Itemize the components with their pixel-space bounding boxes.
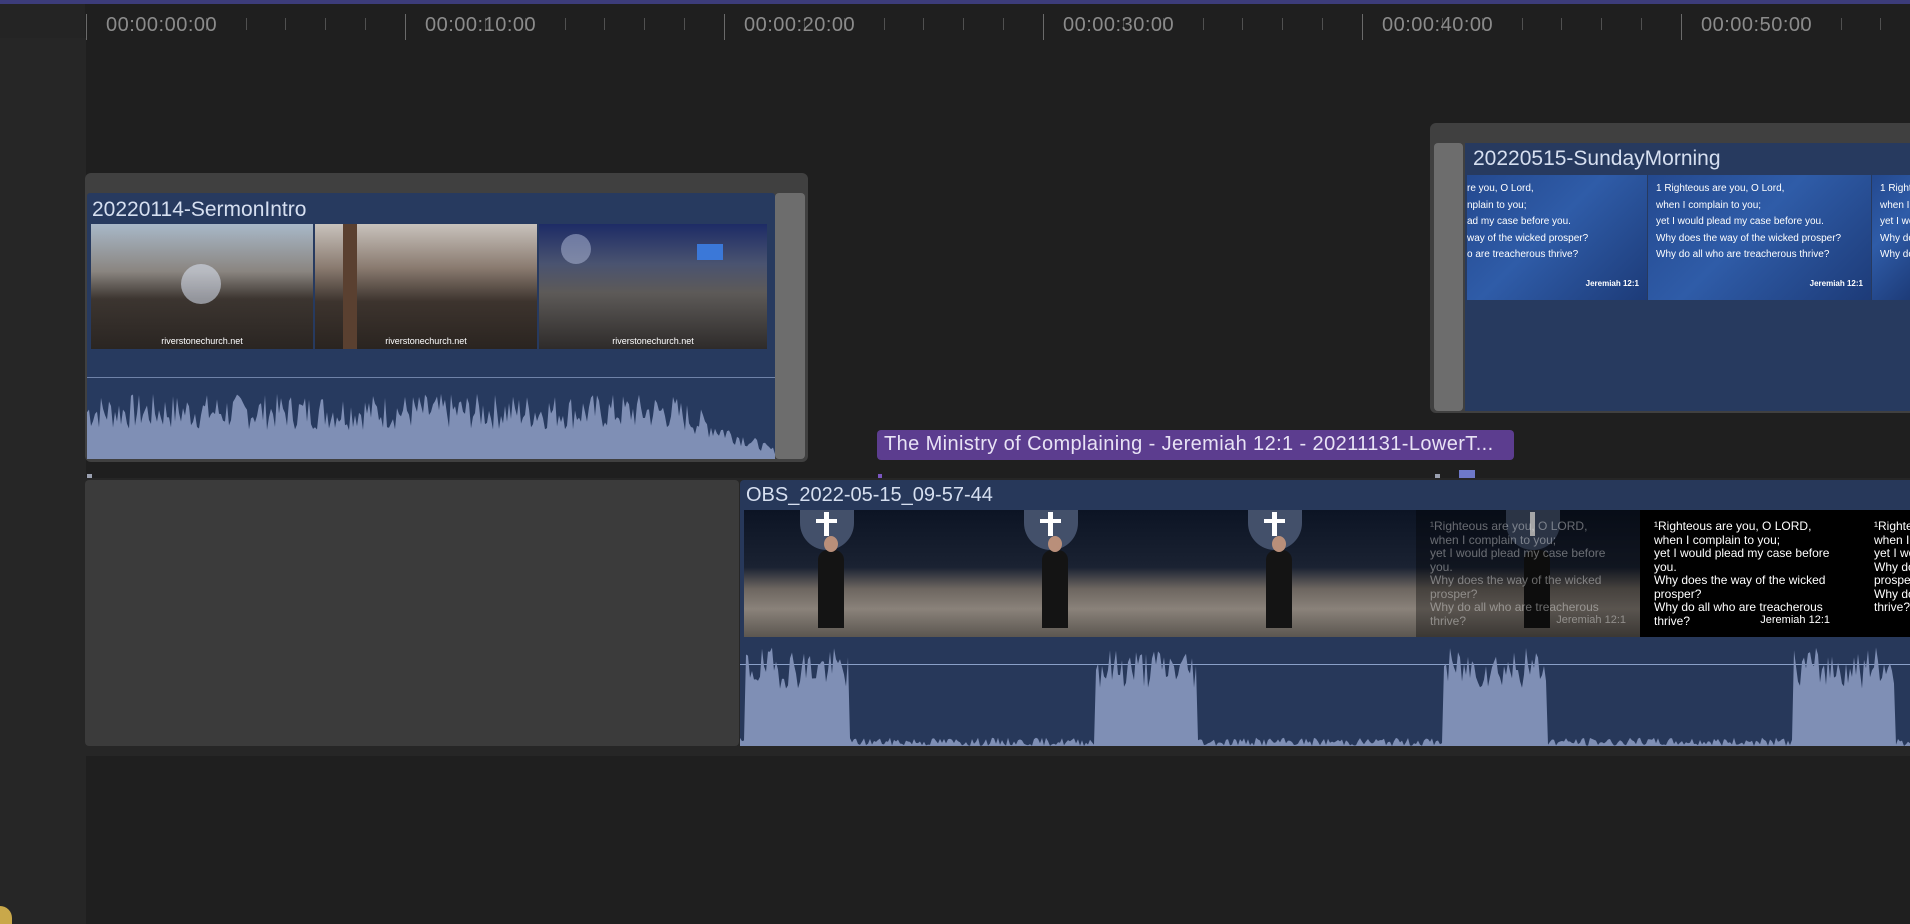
ruler-minor-tick xyxy=(564,18,566,30)
cross-logo-icon xyxy=(181,264,221,304)
ruler-minor-tick xyxy=(1282,18,1284,30)
cross-icon xyxy=(1048,512,1053,536)
audio-waveform xyxy=(87,393,775,459)
thumbnail-watermark: riverstonechurch.net xyxy=(612,336,694,346)
ruler-major-tick xyxy=(1362,14,1363,40)
cross-icon xyxy=(824,512,829,536)
ruler-major-tick xyxy=(724,14,725,40)
slide-text: ¹Righteouswhen I comyet I wouldWhy does … xyxy=(1874,519,1910,614)
pastor-figure xyxy=(818,550,844,628)
thumbnail-watermark: riverstonechurch.net xyxy=(161,336,243,346)
slide-thumbnail-cut: 1 Righteous awhen I complyet I would pWh… xyxy=(1872,175,1910,300)
ruler-minor-tick xyxy=(1521,18,1523,30)
clip-filmstrip: ¹Righteous are you, O LORD, when I compla… xyxy=(744,510,1910,637)
waveform-path xyxy=(740,647,1910,746)
slide-text: 1 Righteous awhen I complyet I would pWh… xyxy=(1880,183,1910,260)
cross-bar xyxy=(816,519,837,523)
clip-trim-handle[interactable] xyxy=(1434,143,1463,411)
title-clip-lower-third[interactable]: The Ministry of Complaining - Jeremiah 1… xyxy=(877,430,1514,460)
pastor-figure xyxy=(1266,550,1292,628)
ruler-minor-tick xyxy=(325,18,327,30)
slide-thumbnail-partial: re you, O Lord, nplain to you; ad my case … xyxy=(1467,175,1647,300)
cross-bar xyxy=(1264,519,1285,523)
ruler-timecode: 00:00:40:00 xyxy=(1382,14,1494,36)
clip-title: 20220515-SundayMorning xyxy=(1473,147,1721,170)
ruler-major-tick xyxy=(405,14,406,40)
ruler-minor-tick xyxy=(883,18,885,30)
ruler-timecode: 00:00:10:00 xyxy=(425,14,537,36)
audio-waveform xyxy=(740,647,1910,746)
thumbnail-2: riverstonechurch.net xyxy=(315,224,537,349)
slide-reference: Jeremiah 12:1 xyxy=(1809,278,1863,288)
clip-filmstrip: riverstonechurch.net riverstonechurch.ne… xyxy=(91,224,767,349)
clip-sunday-morning[interactable]: 20220515-SundayMorning re you, O Lord, np… xyxy=(1430,123,1910,413)
ruler-left-gutter xyxy=(0,4,85,38)
gap-clip[interactable] xyxy=(85,480,739,746)
clip-obs-recording[interactable]: OBS_2022-05-15_09-57-44 ¹Righteous are y… xyxy=(740,480,1910,746)
cross-logo-icon xyxy=(561,234,591,264)
ruler-minor-tick xyxy=(1322,18,1324,30)
ruler-minor-tick xyxy=(963,18,965,30)
ruler-timecode: 00:00:20:00 xyxy=(744,14,856,36)
pillar xyxy=(343,224,357,349)
clip-title: The Ministry of Complaining - Jeremiah 1… xyxy=(884,433,1494,455)
cross-bar xyxy=(1040,519,1061,523)
slide-thumbnail: 1 Righteous are you, O Lord, when I compl… xyxy=(1648,175,1871,300)
ruler-major-tick xyxy=(1043,14,1044,40)
thumbnail-3: riverstonechurch.net xyxy=(539,224,767,349)
ruler-minor-tick xyxy=(245,18,247,30)
ruler-minor-tick xyxy=(604,18,606,30)
timeline-left-gutter xyxy=(0,38,86,924)
ruler-minor-tick xyxy=(1561,18,1563,30)
ruler-major-tick xyxy=(86,14,87,40)
ruler-timecode: 00:00:50:00 xyxy=(1701,14,1813,36)
ruler-minor-tick xyxy=(923,18,925,30)
slide-reference: Jeremiah 12:1 xyxy=(1760,613,1830,626)
slide-text: ¹Righteous are you, O LORD, when I compla… xyxy=(1654,519,1830,628)
ruler-minor-tick xyxy=(1880,18,1882,30)
ruler-minor-tick xyxy=(684,18,686,30)
timeline-ruler[interactable]: 00:00:00:00 00:00:10:00 00:00:20:00 00:00:3… xyxy=(85,4,1910,40)
ruler-timecode: 00:00:00:00 xyxy=(106,14,218,36)
stage-thumbnail-2 xyxy=(968,510,1192,637)
ruler-major-tick xyxy=(1681,14,1682,40)
thumbnail-1: riverstonechurch.net xyxy=(91,224,313,349)
slide-reference: Jeremiah 12:1 xyxy=(1585,278,1639,288)
stage-thumbnail-overlay: ¹Righteous are you, O LORD, when I compla… xyxy=(1416,510,1640,637)
clip-trim-handle[interactable] xyxy=(775,193,805,459)
thumbnail-watermark: riverstonechurch.net xyxy=(385,336,467,346)
ruler-minor-tick xyxy=(1003,18,1005,30)
ruler-minor-tick xyxy=(1242,18,1244,30)
crossfade-text-overlay: ¹Righteous are you, O LORD, when I compla… xyxy=(1416,510,1640,637)
slide-thumbnail: ¹Righteous are you, O LORD, when I compla… xyxy=(1640,510,1864,637)
pastor-face xyxy=(1272,536,1286,552)
ruler-minor-tick xyxy=(1202,18,1204,30)
stage-thumbnail-1 xyxy=(744,510,968,637)
slide-thumbnail-cut: ¹Righteouswhen I comyet I wouldWhy does … xyxy=(1864,510,1910,637)
ruler-timecode: 00:00:30:00 xyxy=(1063,14,1175,36)
ruler-minor-tick xyxy=(365,18,367,30)
ruler-minor-tick xyxy=(1840,18,1842,30)
pastor-figure xyxy=(1042,550,1068,628)
ruler-minor-tick xyxy=(1641,18,1643,30)
pastor-face xyxy=(1048,536,1062,552)
slide-text: re you, O Lord, nplain to you; ad my case … xyxy=(1467,183,1589,260)
ruler-minor-tick xyxy=(285,18,287,30)
ruler-minor-tick xyxy=(644,18,646,30)
clip-title: 20220114-SermonIntro xyxy=(92,198,307,221)
pastor-face xyxy=(824,536,838,552)
waveform-path xyxy=(87,393,775,459)
storyline-bottom-edge xyxy=(85,746,1910,756)
slide-text: 1 Righteous are you, O Lord, when I compl… xyxy=(1656,183,1842,260)
cross-icon xyxy=(1272,512,1277,536)
clip-sermon-intro[interactable]: 20220114-SermonIntro riverstonechurch.ne… xyxy=(85,173,808,462)
stage-thumbnail-3 xyxy=(1192,510,1416,637)
ruler-minor-tick xyxy=(1601,18,1603,30)
screen xyxy=(697,244,723,260)
clip-title: OBS_2022-05-15_09-57-44 xyxy=(746,484,993,506)
